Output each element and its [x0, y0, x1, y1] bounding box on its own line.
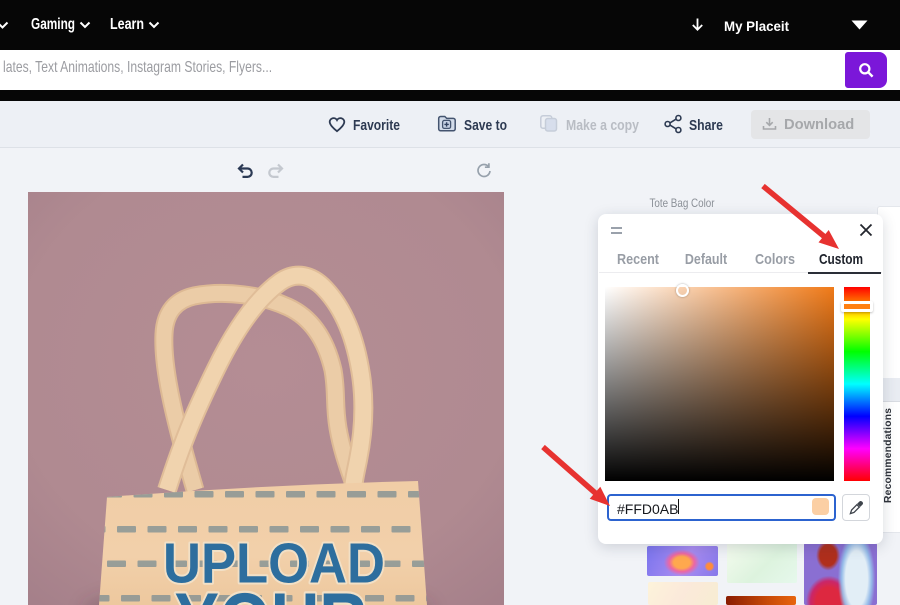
- svg-text:YOUR: YOUR: [175, 577, 368, 605]
